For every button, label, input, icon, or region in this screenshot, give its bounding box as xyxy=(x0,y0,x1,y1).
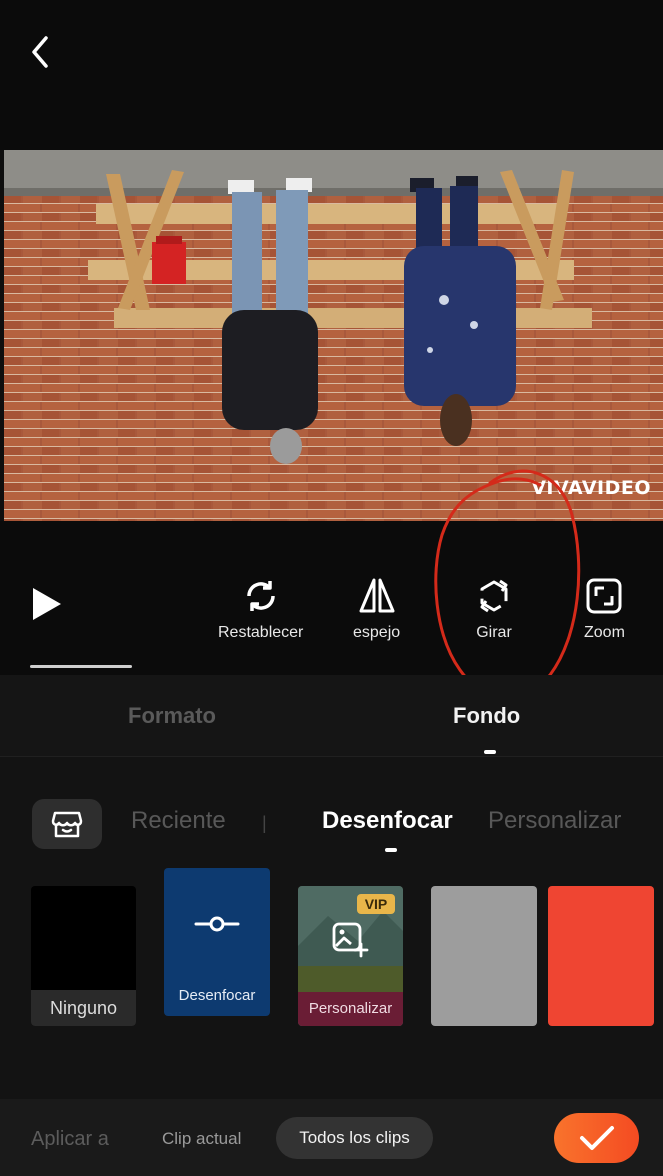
zoom-label: Zoom xyxy=(584,624,625,641)
rotate-button[interactable]: Girar xyxy=(474,576,514,642)
video-preview[interactable]: VIVAVIDEO xyxy=(4,150,663,521)
vip-badge: VIP xyxy=(357,894,395,914)
reset-icon xyxy=(246,581,275,611)
ninguno-label: Ninguno xyxy=(31,990,136,1026)
background-option-gray[interactable] xyxy=(431,886,537,1026)
tab-formato[interactable]: Formato xyxy=(128,703,216,729)
play-icon xyxy=(33,588,61,620)
reset-label: Restablecer xyxy=(218,624,304,641)
todos-los-clips-option[interactable]: Todos los clips xyxy=(276,1117,433,1159)
mirror-label: espejo xyxy=(353,624,401,641)
blur-slider-icon xyxy=(194,916,240,932)
chevron-left-icon xyxy=(32,36,48,68)
rotate-icon xyxy=(480,579,508,613)
confirm-button[interactable] xyxy=(554,1113,639,1163)
top-bar xyxy=(0,0,663,150)
store-icon xyxy=(51,811,83,838)
apply-label: Aplicar a xyxy=(31,1128,109,1150)
background-option-desenfocar[interactable]: Desenfocar xyxy=(164,868,270,1016)
background-option-red[interactable] xyxy=(548,886,654,1026)
video-frame xyxy=(4,150,663,521)
tab-active-indicator xyxy=(484,750,496,754)
rotate-label: Girar xyxy=(476,624,512,641)
tab-fondo[interactable]: Fondo xyxy=(453,703,520,729)
add-image-icon xyxy=(332,922,369,958)
reset-button[interactable]: Restablecer xyxy=(218,576,303,642)
back-button[interactable] xyxy=(22,30,62,74)
edit-toolbar: Restablecer espejo Girar Zoom xyxy=(0,521,663,675)
category-desenfocar[interactable]: Desenfocar xyxy=(322,807,453,835)
zoom-icon xyxy=(586,578,622,614)
desenfocar-label: Desenfocar xyxy=(178,987,256,1004)
apply-bar: Aplicar a Clip actual Todos los clips xyxy=(0,1099,663,1176)
background-option-personalizar[interactable]: VIP Personalizar xyxy=(298,886,403,1026)
background-panel: Reciente | Desenfocar Personalizar Ningu… xyxy=(0,757,663,1099)
watermark-text: VIVAVIDEO xyxy=(531,477,651,499)
category-separator: | xyxy=(262,813,267,833)
tab-bar: Formato Fondo xyxy=(0,675,663,757)
mirror-button[interactable]: espejo xyxy=(353,576,400,642)
category-personalizar[interactable]: Personalizar xyxy=(488,807,621,835)
checkmark-icon xyxy=(579,1126,614,1150)
personalizar-label: Personalizar xyxy=(298,992,403,1026)
store-button[interactable] xyxy=(32,799,102,849)
category-active-indicator xyxy=(385,848,397,852)
background-option-ninguno[interactable]: Ninguno xyxy=(31,886,136,1026)
timeline-progress xyxy=(30,665,132,668)
clip-actual-option[interactable]: Clip actual xyxy=(162,1129,241,1149)
editor-screen: VIVAVIDEO Restablecer espejo Girar Zoom … xyxy=(0,0,663,1176)
mirror-icon xyxy=(359,578,395,613)
play-button[interactable] xyxy=(30,586,64,622)
category-reciente[interactable]: Reciente xyxy=(131,807,226,835)
zoom-button[interactable]: Zoom xyxy=(584,576,625,642)
